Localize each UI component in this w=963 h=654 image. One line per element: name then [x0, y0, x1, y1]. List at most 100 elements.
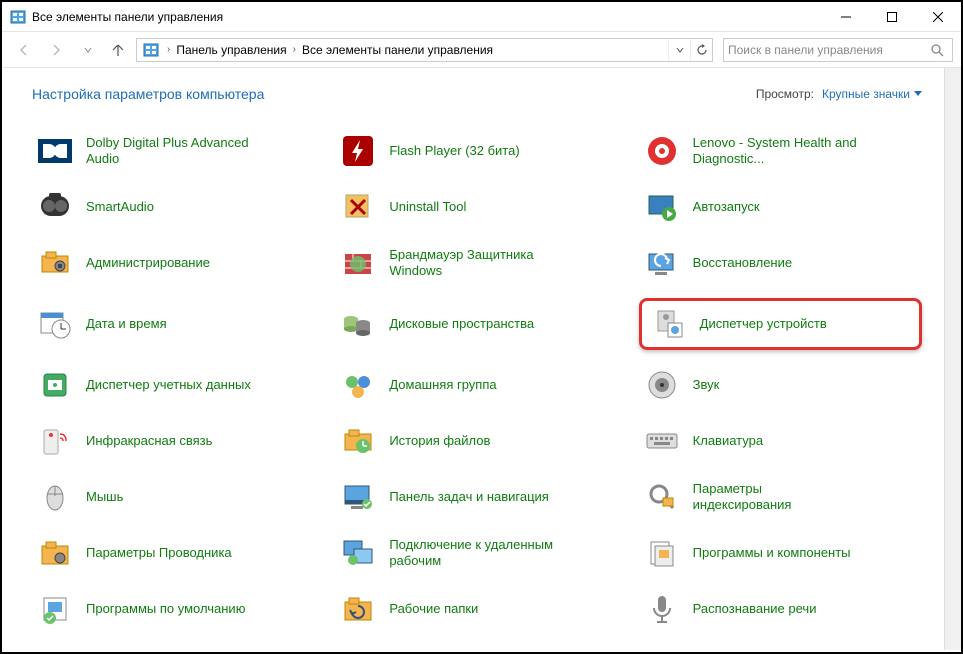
control-panel-item[interactable]: Инфракрасная связь: [32, 420, 315, 462]
item-label: Восстановление: [693, 255, 792, 271]
item-label: Автозапуск: [693, 199, 760, 215]
main-panel: Настройка параметров компьютера Просмотр…: [2, 68, 944, 650]
item-label: Диспетчер учетных данных: [86, 377, 251, 393]
breadcrumb-current[interactable]: Все элементы панели управления: [300, 43, 495, 57]
control-panel-item[interactable]: Администрирование: [32, 242, 315, 284]
refresh-button[interactable]: [690, 39, 712, 61]
chevron-right-icon[interactable]: ›: [289, 44, 300, 55]
breadcrumb[interactable]: › Панель управления › Все элементы панел…: [136, 38, 713, 62]
view-label: Просмотр:: [756, 87, 814, 101]
item-label: Программы и компоненты: [693, 545, 851, 561]
control-panel-item[interactable]: Дисковые пространства: [335, 298, 618, 350]
credential-manager-icon: [38, 368, 72, 402]
dolby-icon: [38, 134, 72, 168]
autoplay-icon: [645, 190, 679, 224]
view-value: Крупные значки: [822, 87, 910, 101]
item-label: Звук: [693, 377, 720, 393]
work-folders-icon: [341, 592, 375, 626]
close-button[interactable]: [915, 2, 961, 32]
control-panel-item[interactable]: Подключение к удаленным рабочим: [335, 532, 618, 574]
item-label: Программы по умолчанию: [86, 601, 245, 617]
control-panel-item[interactable]: Программы по умолчанию: [32, 588, 315, 630]
control-panel-item[interactable]: Uninstall Tool: [335, 186, 618, 228]
titlebar: Все элементы панели управления: [2, 2, 961, 32]
item-label: Администрирование: [86, 255, 210, 271]
breadcrumb-root[interactable]: Панель управления: [174, 43, 288, 57]
up-button[interactable]: [106, 36, 130, 64]
remote-desktop-icon: [341, 536, 375, 570]
chevron-down-icon: [914, 91, 922, 97]
control-panel-item[interactable]: Flash Player (32 бита): [335, 130, 618, 172]
item-label: Uninstall Tool: [389, 199, 466, 215]
item-label: Параметры Проводника: [86, 545, 232, 561]
control-panel-item[interactable]: Параметры индексирования: [639, 476, 922, 518]
control-panel-item[interactable]: Dolby Digital Plus Advanced Audio: [32, 130, 315, 172]
control-panel-item[interactable]: SmartAudio: [32, 186, 315, 228]
forward-button[interactable]: [42, 36, 70, 64]
window-buttons: [823, 2, 961, 32]
content: Настройка параметров компьютера Просмотр…: [2, 68, 961, 650]
control-panel-item[interactable]: Распознавание речи: [639, 588, 922, 630]
control-panel-item[interactable]: Клавиатура: [639, 420, 922, 462]
storage-spaces-icon: [341, 307, 375, 341]
lenovo-icon: [645, 134, 679, 168]
control-panel-item[interactable]: Рабочие папки: [335, 588, 618, 630]
back-button[interactable]: [10, 36, 38, 64]
datetime-icon: [38, 307, 72, 341]
item-label: Панель задач и навигация: [389, 489, 549, 505]
keyboard-icon: [645, 424, 679, 458]
item-label: Рабочие папки: [389, 601, 478, 617]
item-label: Клавиатура: [693, 433, 763, 449]
programs-icon: [645, 536, 679, 570]
admin-tools-icon: [38, 246, 72, 280]
minimize-button[interactable]: [823, 2, 869, 32]
item-label: Диспетчер устройств: [700, 316, 827, 332]
control-panel-item[interactable]: Панель задач и навигация: [335, 476, 618, 518]
control-panel-icon: [10, 9, 26, 25]
item-label: Параметры индексирования: [693, 481, 863, 514]
control-panel-item[interactable]: Восстановление: [639, 242, 922, 284]
speech-icon: [645, 592, 679, 626]
navbar: › Панель управления › Все элементы панел…: [2, 32, 961, 68]
taskbar-icon: [341, 480, 375, 514]
chevron-right-icon[interactable]: ›: [163, 44, 174, 55]
item-label: Брандмауэр Защитника Windows: [389, 247, 559, 280]
indexing-icon: [645, 480, 679, 514]
default-programs-icon: [38, 592, 72, 626]
control-panel-icon: [143, 42, 159, 58]
folder-options-icon: [38, 536, 72, 570]
breadcrumb-history-dropdown[interactable]: [668, 39, 690, 61]
item-label: Дисковые пространства: [389, 316, 534, 332]
recent-dropdown[interactable]: [74, 36, 102, 64]
item-label: SmartAudio: [86, 199, 154, 215]
control-panel-item[interactable]: Дата и время: [32, 298, 315, 350]
search-input[interactable]: [728, 43, 930, 57]
control-panel-item[interactable]: История файлов: [335, 420, 618, 462]
control-panel-item[interactable]: Домашняя группа: [335, 364, 618, 406]
item-label: Мышь: [86, 489, 123, 505]
recovery-icon: [645, 246, 679, 280]
control-panel-item[interactable]: Параметры Проводника: [32, 532, 315, 574]
item-label: Flash Player (32 бита): [389, 143, 519, 159]
control-panel-item[interactable]: Программы и компоненты: [639, 532, 922, 574]
file-history-icon: [341, 424, 375, 458]
maximize-button[interactable]: [869, 2, 915, 32]
control-panel-item[interactable]: Диспетчер учетных данных: [32, 364, 315, 406]
homegroup-icon: [341, 368, 375, 402]
control-panel-item[interactable]: Автозапуск: [639, 186, 922, 228]
item-label: История файлов: [389, 433, 490, 449]
sound-icon: [645, 368, 679, 402]
control-panel-item[interactable]: Мышь: [32, 476, 315, 518]
control-panel-item[interactable]: Брандмауэр Защитника Windows: [335, 242, 618, 284]
item-label: Dolby Digital Plus Advanced Audio: [86, 135, 256, 168]
control-panel-item[interactable]: Диспетчер устройств: [639, 298, 922, 350]
search-icon[interactable]: [930, 43, 948, 57]
view-selector[interactable]: Крупные значки: [822, 87, 922, 101]
item-label: Инфракрасная связь: [86, 433, 212, 449]
search-box[interactable]: [723, 38, 953, 62]
control-panel-item[interactable]: Lenovo - System Health and Diagnostic...: [639, 130, 922, 172]
control-panel-item[interactable]: Звук: [639, 364, 922, 406]
header-row: Настройка параметров компьютера Просмотр…: [32, 86, 922, 102]
flash-icon: [341, 134, 375, 168]
vertical-scrollbar[interactable]: [944, 68, 961, 650]
